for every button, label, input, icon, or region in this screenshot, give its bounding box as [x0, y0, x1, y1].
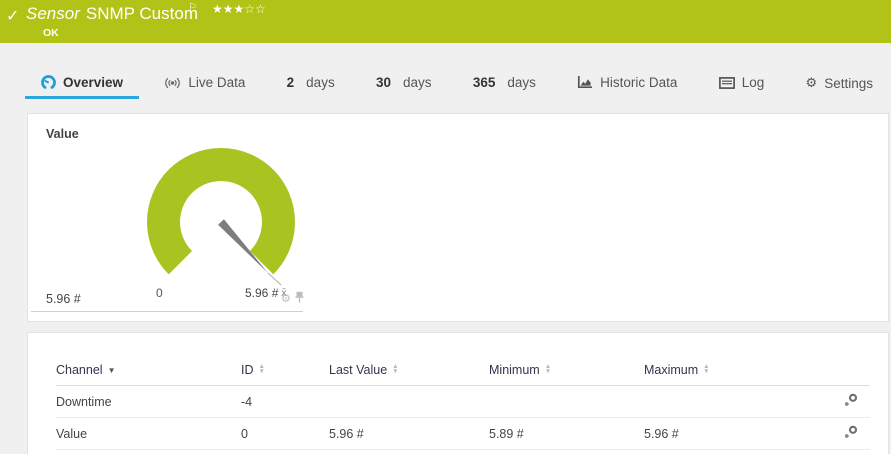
gauge-settings-gear-icon[interactable]: ⚙	[281, 294, 291, 305]
tab-365-days-label: days	[507, 75, 536, 90]
priority-stars[interactable]: ★★★☆☆	[212, 2, 266, 16]
cell-channel: Value	[56, 418, 241, 450]
column-header-channel-label: Channel	[56, 363, 103, 377]
gauge-icon	[41, 75, 56, 90]
tab-historic-data-label: Historic Data	[600, 75, 677, 90]
column-header-id[interactable]: ID ▲▼	[241, 363, 329, 386]
tab-log[interactable]: Log	[703, 70, 781, 99]
sensor-title-name: SNMP Custom	[86, 4, 198, 23]
channels-panel: Channel ▼ ID ▲▼ Last Value ▲▼ Minimum ▲▼ Max…	[27, 332, 889, 454]
tab-2-days-number: 2	[287, 75, 295, 90]
gear-icon: ⚙	[806, 75, 818, 91]
tab-settings-label: Settings	[824, 76, 873, 91]
column-header-minimum[interactable]: Minimum ▲▼	[489, 363, 644, 386]
tab-365-days-number: 365	[473, 75, 496, 90]
tab-overview-label: Overview	[63, 75, 123, 90]
column-header-minimum-label: Minimum	[489, 363, 540, 377]
cell-channel: Downtime	[56, 386, 241, 418]
gauge-cell-divider	[31, 311, 303, 312]
column-header-id-label: ID	[241, 363, 254, 377]
column-header-channel[interactable]: Channel ▼	[56, 363, 241, 386]
tab-2-days[interactable]: 2 days	[271, 70, 351, 99]
status-badge: OK	[43, 27, 59, 39]
log-icon	[719, 77, 735, 89]
column-header-last-value-label: Last Value	[329, 363, 387, 377]
gauge-current-value: 5.96 #	[46, 292, 81, 306]
cell-id: -4	[241, 386, 329, 418]
gauge-title: Value	[46, 127, 79, 141]
cell-maximum: 5.96 #	[644, 418, 794, 450]
channels-table: Channel ▼ ID ▲▼ Last Value ▲▼ Minimum ▲▼ Max…	[56, 363, 870, 450]
table-row-downtime[interactable]: Downtime -4	[56, 386, 870, 418]
cell-maximum	[644, 386, 794, 418]
tab-30-days-label: days	[403, 75, 432, 90]
tab-log-label: Log	[742, 75, 765, 90]
gauge-pin-icon[interactable]	[295, 290, 304, 308]
stars-empty: ☆☆	[244, 2, 266, 16]
tab-30-days-number: 30	[376, 75, 391, 90]
column-header-last-value[interactable]: Last Value ▲▼	[329, 363, 489, 386]
tab-live-data-label: Live Data	[188, 75, 245, 90]
tab-30-days[interactable]: 30 days	[360, 70, 448, 99]
tab-overview[interactable]: Overview	[25, 70, 139, 99]
channel-settings-icon[interactable]	[844, 396, 858, 410]
table-header-row: Channel ▼ ID ▲▼ Last Value ▲▼ Minimum ▲▼ Max…	[56, 363, 870, 386]
column-header-actions	[794, 363, 870, 386]
live-data-icon	[164, 77, 181, 89]
column-header-maximum[interactable]: Maximum ▲▼	[644, 363, 794, 386]
cell-last-value	[329, 386, 489, 418]
sensor-title-prefix: Sensor	[26, 4, 80, 23]
sensor-header: ✓ Sensor SNMP Custom ⚐ ★★★☆☆ OK	[0, 0, 891, 43]
gauge-toolbar: ⚙	[281, 290, 304, 308]
sensor-title: Sensor SNMP Custom	[26, 4, 198, 24]
gauge-max-label: 5.96 #	[245, 286, 278, 300]
tab-365-days[interactable]: 365 days	[457, 70, 552, 99]
cell-minimum: 5.89 #	[489, 418, 644, 450]
flag-icon[interactable]: ⚐	[188, 2, 197, 13]
gauge-mean-line	[268, 273, 281, 285]
tab-historic-data[interactable]: Historic Data	[561, 70, 693, 99]
sort-icon: ▲▼	[703, 364, 709, 374]
gauge-ring	[164, 165, 279, 263]
gauge-min-label: 0	[156, 286, 163, 300]
channel-settings-icon[interactable]	[844, 428, 858, 442]
cell-last-value: 5.96 #	[329, 418, 489, 450]
tab-2-days-label: days	[306, 75, 335, 90]
value-gauge: x̄	[121, 146, 321, 301]
cell-id: 0	[241, 418, 329, 450]
sort-icon: ▲▼	[392, 364, 398, 374]
area-chart-icon	[577, 76, 593, 89]
sort-desc-icon: ▼	[108, 366, 116, 375]
sort-icon: ▲▼	[259, 364, 265, 374]
tab-settings[interactable]: ⚙ Settings	[790, 70, 889, 100]
tab-live-data[interactable]: Live Data	[148, 70, 261, 99]
column-header-maximum-label: Maximum	[644, 363, 698, 377]
ok-check-icon: ✓	[6, 6, 19, 26]
gauge-panel: Value x̄ 0 5.96 # 5.96 # ⚙	[27, 113, 889, 322]
table-row-value[interactable]: Value 0 5.96 # 5.89 # 5.96 #	[56, 418, 870, 450]
tab-bar: Overview Live Data 2 days 30 days 365 da…	[0, 70, 891, 101]
cell-minimum	[489, 386, 644, 418]
stars-filled: ★★★	[212, 2, 244, 16]
sort-icon: ▲▼	[545, 364, 551, 374]
